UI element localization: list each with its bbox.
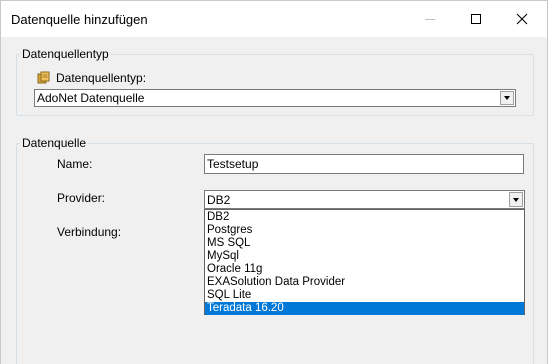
window-title: Datenquelle hinzufügen xyxy=(11,12,148,27)
provider-dropdown-list[interactable]: DB2 Postgres MS SQL MySql Oracle 11g EXA… xyxy=(204,209,525,315)
list-item[interactable]: DB2 xyxy=(205,211,524,224)
connection-label: Verbindung: xyxy=(57,225,122,239)
maximize-button[interactable] xyxy=(453,1,499,37)
list-item[interactable]: Postgres xyxy=(205,224,524,237)
datasource-legend: Datenquelle xyxy=(20,136,89,150)
close-button[interactable] xyxy=(499,1,545,37)
list-item[interactable]: Oracle 11g xyxy=(205,263,524,276)
datasource-type-dropdown-button[interactable] xyxy=(500,91,514,105)
datasource-type-value: AdoNet Datenquelle xyxy=(37,91,145,105)
list-item[interactable]: SQL Lite xyxy=(205,289,524,302)
list-item[interactable]: MySql xyxy=(205,250,524,263)
title-bar[interactable]: Datenquelle hinzufügen xyxy=(1,1,547,37)
database-icon xyxy=(37,71,50,84)
maximize-icon xyxy=(471,14,481,24)
name-value: Testsetup xyxy=(207,157,259,171)
close-icon xyxy=(516,13,528,25)
provider-dropdown-button[interactable] xyxy=(509,192,523,207)
name-label: Name: xyxy=(57,157,93,171)
provider-label: Provider: xyxy=(57,191,106,205)
list-item-selected[interactable]: Teradata 16.20 xyxy=(205,302,524,315)
list-item[interactable]: MS SQL xyxy=(205,237,524,250)
chevron-down-icon xyxy=(513,197,519,202)
datasource-type-label: Datenquellentyp: xyxy=(56,71,147,85)
datasource-type-legend: Datenquellentyp xyxy=(20,47,111,61)
minimize-button[interactable] xyxy=(407,1,453,37)
minimize-icon xyxy=(425,18,435,20)
dialog-window: Datenquelle hinzufügen Datenquellentyp D… xyxy=(0,0,548,364)
chevron-down-icon xyxy=(504,96,510,100)
datasource-type-combo[interactable]: AdoNet Datenquelle xyxy=(34,89,516,107)
provider-value: DB2 xyxy=(207,193,231,207)
name-field[interactable]: Testsetup xyxy=(204,154,524,174)
provider-combo[interactable]: DB2 xyxy=(204,190,525,209)
list-item[interactable]: EXASolution Data Provider xyxy=(205,276,524,289)
